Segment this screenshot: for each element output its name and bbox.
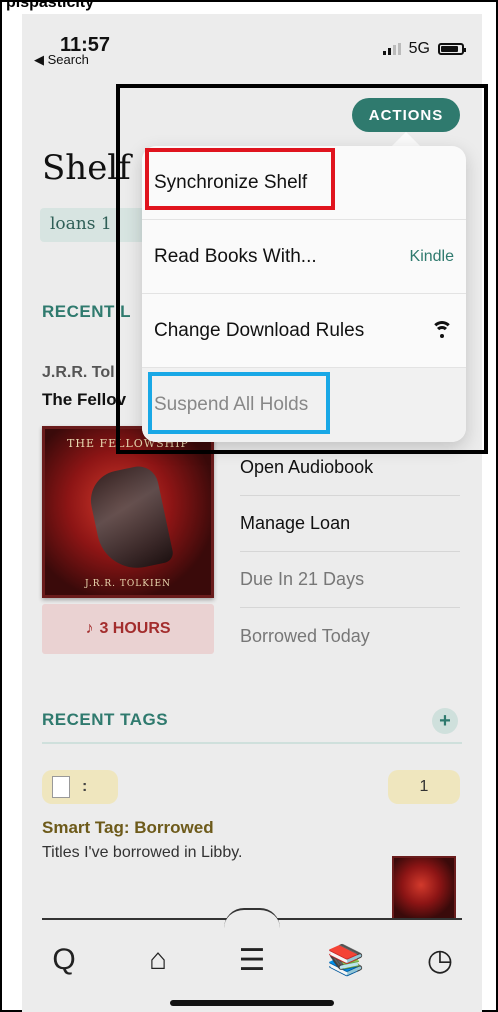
menu-item-label: Change Download Rules: [154, 319, 365, 341]
tag-book-thumbnail[interactable]: [392, 856, 456, 920]
menu-item-label: Read Books With...: [154, 245, 317, 267]
tag-options-icon[interactable]: :: [82, 778, 87, 796]
due-date-row: Due In 21 Days: [240, 552, 460, 608]
book-author: J.R.R. Tol: [42, 364, 115, 381]
manage-loan-row[interactable]: Manage Loan: [240, 496, 460, 552]
hours-label: 3 HOURS: [99, 620, 171, 637]
menu-item-value: Kindle: [409, 247, 454, 265]
status-indicators: 5G: [382, 40, 466, 58]
menu-item-read-books-with[interactable]: Read Books With... Kindle: [142, 220, 466, 294]
actions-button[interactable]: ACTIONS: [352, 98, 460, 132]
add-tag-button[interactable]: +: [432, 708, 458, 734]
tag-description: Titles I've borrowed in Libby.: [42, 844, 243, 861]
tag-title[interactable]: Smart Tag: Borrowed: [42, 818, 214, 838]
network-label: 5G: [408, 40, 430, 57]
audiobook-hours-button[interactable]: ♪ 3 HOURS: [42, 604, 214, 654]
recent-tags-title: RECENT TAGS: [42, 710, 169, 729]
menu-icon[interactable]: ☰: [230, 938, 274, 982]
cover-art: [85, 462, 175, 576]
highlight-synchronize-shelf: [145, 148, 335, 210]
tag-count-badge: 1: [388, 770, 460, 804]
shelf-icon[interactable]: 📚: [324, 938, 368, 982]
menu-item-change-download-rules[interactable]: Change Download Rules: [142, 294, 466, 368]
screenshot-frame: plspasticity 11:57 ◀ Search 5G Shelf loa…: [0, 0, 498, 1012]
library-icon[interactable]: ⌂: [136, 938, 180, 982]
home-indicator[interactable]: [170, 1000, 334, 1006]
highlight-suspend-all-holds: [148, 372, 330, 434]
battery-icon: [438, 43, 466, 55]
signal-icon: [382, 43, 401, 55]
clock-icon[interactable]: ◷: [418, 938, 462, 982]
cover-author-text: J.R.R. TOLKIEN: [85, 579, 171, 589]
nav-bump: [224, 908, 280, 928]
back-to-search-link[interactable]: ◀ Search: [34, 52, 89, 68]
wifi-icon: [430, 320, 454, 341]
tag-pill[interactable]: :: [42, 770, 118, 804]
headphones-icon: ♪: [85, 620, 94, 637]
search-icon[interactable]: Q: [42, 938, 86, 982]
book-title[interactable]: The Fellov: [42, 390, 126, 410]
caption-text: plspasticity: [6, 0, 95, 11]
bottom-nav: Q ⌂ ☰ 📚 ◷: [22, 932, 482, 988]
borrowed-date-row: Borrowed Today: [240, 625, 370, 646]
section-divider: [42, 742, 462, 744]
document-icon: [52, 776, 70, 798]
